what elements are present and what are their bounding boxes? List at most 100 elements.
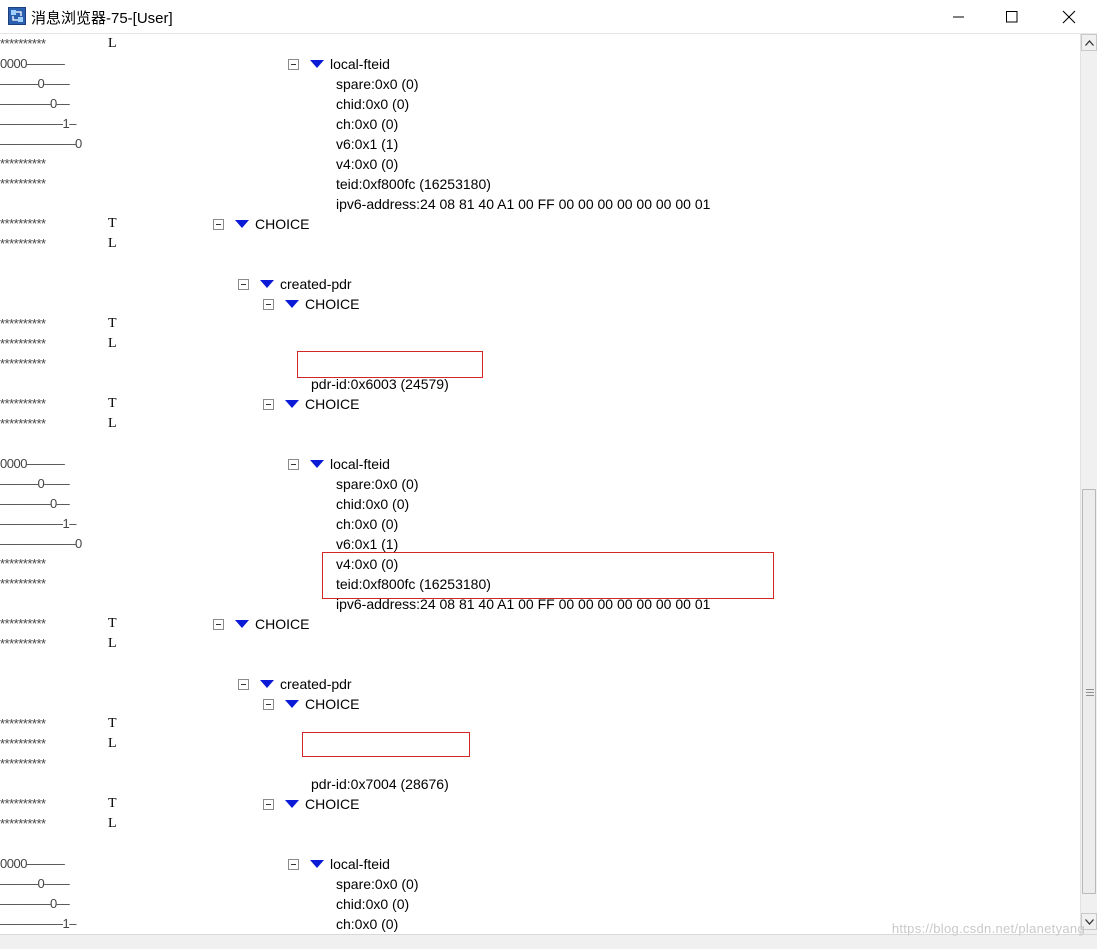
expanded-triangle-icon[interactable] (285, 299, 299, 309)
hex-dump-cell: ********** (0, 556, 46, 571)
expanded-triangle-icon[interactable] (235, 219, 249, 229)
tree-node-choice[interactable]: CHOICE (263, 394, 359, 414)
field-value[interactable]: v4:0x0 (0) (336, 554, 398, 574)
grip-line (1086, 695, 1094, 696)
tree-node-label: created-pdr (280, 676, 352, 692)
field-value[interactable]: v6:0x1 (1) (336, 534, 398, 554)
field-value[interactable]: chid:0x0 (0) (336, 894, 409, 914)
hex-dump-cell: ********** (0, 716, 46, 731)
tree-node-local-fteid[interactable]: local-fteid (288, 54, 390, 74)
field-value[interactable]: spare:0x0 (0) (336, 474, 418, 494)
tree-node-label: CHOICE (255, 216, 310, 232)
collapse-toggle-icon[interactable] (263, 698, 274, 710)
field-value[interactable]: ch:0x0 (0) (336, 914, 398, 934)
tree-node-choice[interactable]: CHOICE (263, 694, 359, 714)
close-button[interactable] (1046, 0, 1092, 33)
hex-dump-cell: ——————0 (0, 536, 82, 551)
window-title: 消息浏览器-75-[User] (31, 10, 173, 27)
field-value[interactable]: chid:0x0 (0) (336, 494, 409, 514)
expanded-triangle-icon[interactable] (260, 279, 274, 289)
field-value[interactable]: ipv6-address:24 08 81 40 A1 00 FF 00 00 … (336, 194, 710, 214)
collapse-toggle-icon[interactable] (288, 858, 299, 870)
close-icon (1062, 10, 1076, 23)
hex-dump-cell: ********** (0, 336, 46, 351)
field-value[interactable]: spare:0x0 (0) (336, 74, 418, 94)
expanded-triangle-icon[interactable] (235, 619, 249, 629)
hex-dump-cell: ********** (0, 636, 46, 651)
status-bar (0, 934, 1097, 949)
tlv-tag-cell: L (108, 416, 117, 431)
hex-dump-cell: ********** (0, 796, 46, 811)
minimize-button[interactable] (936, 0, 982, 33)
vertical-scrollbar[interactable] (1080, 34, 1097, 934)
tree-node-local-fteid[interactable]: local-fteid (288, 454, 390, 474)
hex-dump-cell: ********** (0, 316, 46, 331)
expanded-triangle-icon[interactable] (310, 459, 324, 469)
chevron-down-icon (1084, 918, 1094, 925)
tree-node-label: local-fteid (330, 856, 390, 872)
tlv-tag-cell: L (108, 736, 117, 751)
watermark: https://blog.csdn.net/planetyang (891, 921, 1085, 936)
hex-dump-cell: ********** (0, 736, 46, 751)
scroll-thumb[interactable] (1082, 489, 1096, 894)
tlv-tag-cell: T (108, 396, 117, 411)
tlv-tag-cell: T (108, 216, 117, 231)
grip-line (1086, 692, 1094, 693)
expanded-triangle-icon[interactable] (310, 859, 324, 869)
hex-dump-cell: ********** (0, 756, 46, 771)
minimize-icon (953, 16, 964, 17)
hex-dump-cell: ————0— (0, 896, 70, 911)
collapse-toggle-icon[interactable] (288, 458, 299, 470)
tree-node-label: CHOICE (305, 296, 360, 312)
tree-node-choice[interactable]: CHOICE (213, 214, 309, 234)
hex-dump-cell: ********** (0, 416, 46, 431)
expanded-triangle-icon[interactable] (310, 59, 324, 69)
field-value[interactable]: pdr-id:0x6003 (24579) (311, 374, 449, 394)
tree-node-created-pdr[interactable]: created-pdr (238, 674, 352, 694)
hex-dump-cell: ————0— (0, 496, 70, 511)
expanded-triangle-icon[interactable] (285, 399, 299, 409)
field-value[interactable]: pdr-id:0x7004 (28676) (311, 774, 449, 794)
field-value[interactable]: ch:0x0 (0) (336, 114, 398, 134)
field-value[interactable]: ch:0x0 (0) (336, 514, 398, 534)
field-value[interactable]: teid:0xf800fc (16253180) (336, 174, 491, 194)
tree-node-label: local-fteid (330, 456, 390, 472)
scroll-up-button[interactable] (1081, 34, 1097, 51)
grip-line (1086, 689, 1094, 690)
highlight-annotation-box (302, 732, 470, 757)
message-tree-view[interactable]: ********** L 0000——— ———0—— ————0— —————1– ———… (0, 34, 1080, 934)
tlv-tag-cell: T (108, 796, 117, 811)
hex-dump-cell: ********** (0, 816, 46, 831)
field-value[interactable]: ipv6-address:24 08 81 40 A1 00 FF 00 00 … (336, 594, 710, 614)
field-value[interactable]: v6:0x1 (1) (336, 134, 398, 154)
collapse-toggle-icon[interactable] (213, 218, 224, 230)
field-value[interactable]: spare:0x0 (0) (336, 874, 418, 894)
collapse-toggle-icon[interactable] (263, 398, 274, 410)
collapse-toggle-icon[interactable] (263, 298, 274, 310)
field-value[interactable]: v4:0x0 (0) (336, 154, 398, 174)
field-value[interactable]: chid:0x0 (0) (336, 94, 409, 114)
tree-node-choice[interactable]: CHOICE (263, 794, 359, 814)
title-bar[interactable]: 消息浏览器-75-[User] (0, 0, 1097, 34)
expanded-triangle-icon[interactable] (285, 699, 299, 709)
hex-dump-cell: —————1– (0, 516, 76, 531)
tree-node-label: CHOICE (305, 396, 360, 412)
tree-node-label: CHOICE (255, 616, 310, 632)
hex-dump-cell: ———0—— (0, 876, 70, 891)
collapse-toggle-icon[interactable] (288, 58, 299, 70)
field-value[interactable]: teid:0xf800fc (16253180) (336, 574, 491, 594)
collapse-toggle-icon[interactable] (238, 278, 249, 290)
collapse-toggle-icon[interactable] (238, 678, 249, 690)
expanded-triangle-icon[interactable] (260, 679, 274, 689)
collapse-toggle-icon[interactable] (263, 798, 274, 810)
collapse-toggle-icon[interactable] (213, 618, 224, 630)
tree-node-local-fteid[interactable]: local-fteid (288, 854, 390, 874)
maximize-button[interactable] (989, 0, 1035, 33)
hex-dump-cell: ———0—— (0, 76, 70, 91)
tree-node-choice[interactable]: CHOICE (263, 294, 359, 314)
app-icon (8, 7, 26, 25)
tree-node-choice[interactable]: CHOICE (213, 614, 309, 634)
expanded-triangle-icon[interactable] (285, 799, 299, 809)
tree-node-created-pdr[interactable]: created-pdr (238, 274, 352, 294)
hex-dump-cell: ———0—— (0, 476, 70, 491)
